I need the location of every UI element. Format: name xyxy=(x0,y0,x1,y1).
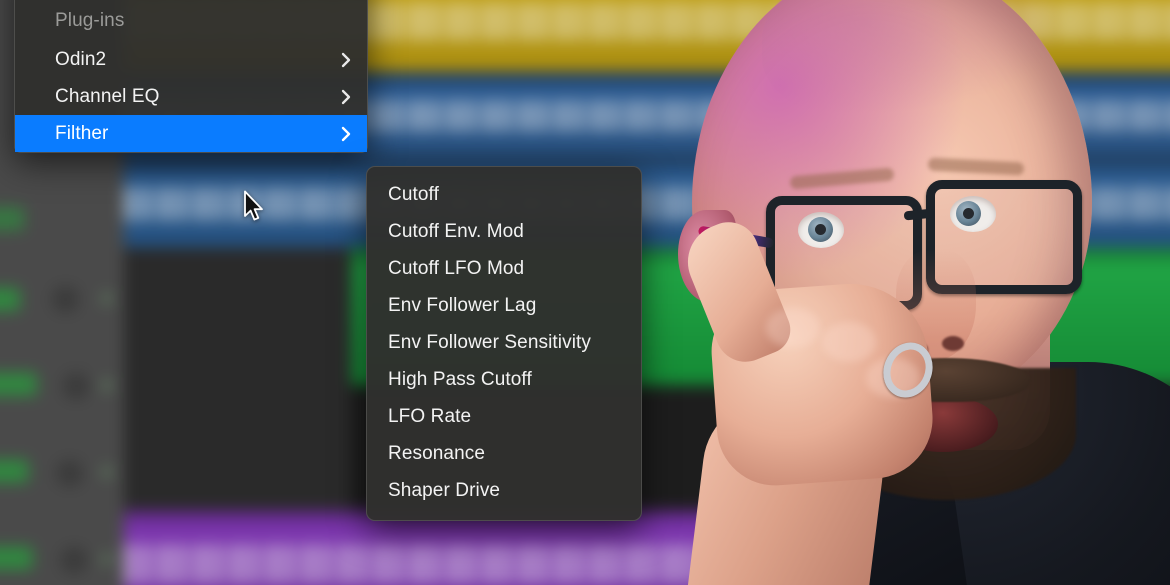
screenshot-root: Env Follower Sensitivity Plug-ins Odin2 … xyxy=(0,0,1170,585)
track-region-dark xyxy=(123,247,352,513)
presenter-overlay xyxy=(650,0,1170,585)
menu-item-label: Filther xyxy=(55,122,109,144)
menu-section-header-plugins: Plug-ins xyxy=(15,1,367,41)
menu-item-label: Resonance xyxy=(388,442,486,464)
submenu-item-resonance[interactable]: Resonance xyxy=(367,435,641,472)
menu-item-label: Cutoff Env. Mod xyxy=(388,220,524,242)
thumbs-up-hand xyxy=(670,213,1000,585)
track-indicator xyxy=(100,465,114,479)
submenu-item-lfo-rate[interactable]: LFO Rate xyxy=(367,398,641,435)
track-name-chip xyxy=(0,372,37,396)
track-name-chip xyxy=(0,459,29,483)
menu-item-channel-eq[interactable]: Channel EQ xyxy=(15,78,367,115)
knuckle xyxy=(766,308,820,348)
chevron-right-icon xyxy=(341,52,352,68)
chevron-right-icon xyxy=(341,126,352,142)
menu-item-label: Env Follower Sensitivity xyxy=(388,331,592,353)
submenu-item-high-pass-cutoff[interactable]: High Pass Cutoff xyxy=(367,361,641,398)
track-name-chip xyxy=(0,287,21,312)
submenu-item-env-follower-lag[interactable]: Env Follower Lag xyxy=(367,287,641,324)
plugin-parameter-menu[interactable]: Env Follower Sensitivity Plug-ins Odin2 … xyxy=(14,0,368,153)
filther-parameter-submenu[interactable]: Cutoff Cutoff Env. Mod Cutoff LFO Mod En… xyxy=(366,166,642,521)
menu-item-odin2[interactable]: Odin2 xyxy=(15,41,367,78)
menu-item-label: Odin2 xyxy=(55,48,107,70)
submenu-item-cutoff[interactable]: Cutoff xyxy=(367,176,641,213)
menu-item-label: Shaper Drive xyxy=(388,479,501,501)
menu-item-filther[interactable]: Filther xyxy=(15,115,367,152)
submenu-item-shaper-drive[interactable]: Shaper Drive xyxy=(367,472,641,509)
knuckle xyxy=(822,322,876,362)
menu-item-label: High Pass Cutoff xyxy=(388,368,532,390)
track-indicator xyxy=(100,552,114,566)
track-knob xyxy=(56,459,84,488)
rim-light xyxy=(762,0,1102,130)
submenu-item-cutoff-env-mod[interactable]: Cutoff Env. Mod xyxy=(367,213,641,250)
menu-item-label: Env Follower Lag xyxy=(388,294,537,316)
track-knob xyxy=(62,372,90,401)
menu-item-label: Cutoff LFO Mod xyxy=(388,257,525,279)
menu-item-label: Channel EQ xyxy=(55,85,160,107)
submenu-item-env-follower-sensitivity[interactable]: Env Follower Sensitivity xyxy=(367,324,641,361)
track-name-chip xyxy=(0,546,33,570)
track-indicator xyxy=(100,378,114,392)
menu-section-label: Plug-ins xyxy=(55,10,125,31)
track-knob xyxy=(51,285,80,314)
menu-item-label: Cutoff xyxy=(388,183,439,205)
menu-item-label: LFO Rate xyxy=(388,405,472,427)
track-name-chip xyxy=(0,207,25,231)
submenu-item-cutoff-lfo-mod[interactable]: Cutoff LFO Mod xyxy=(367,250,641,287)
track-knob xyxy=(60,546,88,574)
chevron-right-icon xyxy=(341,89,352,105)
track-indicator xyxy=(100,291,114,305)
